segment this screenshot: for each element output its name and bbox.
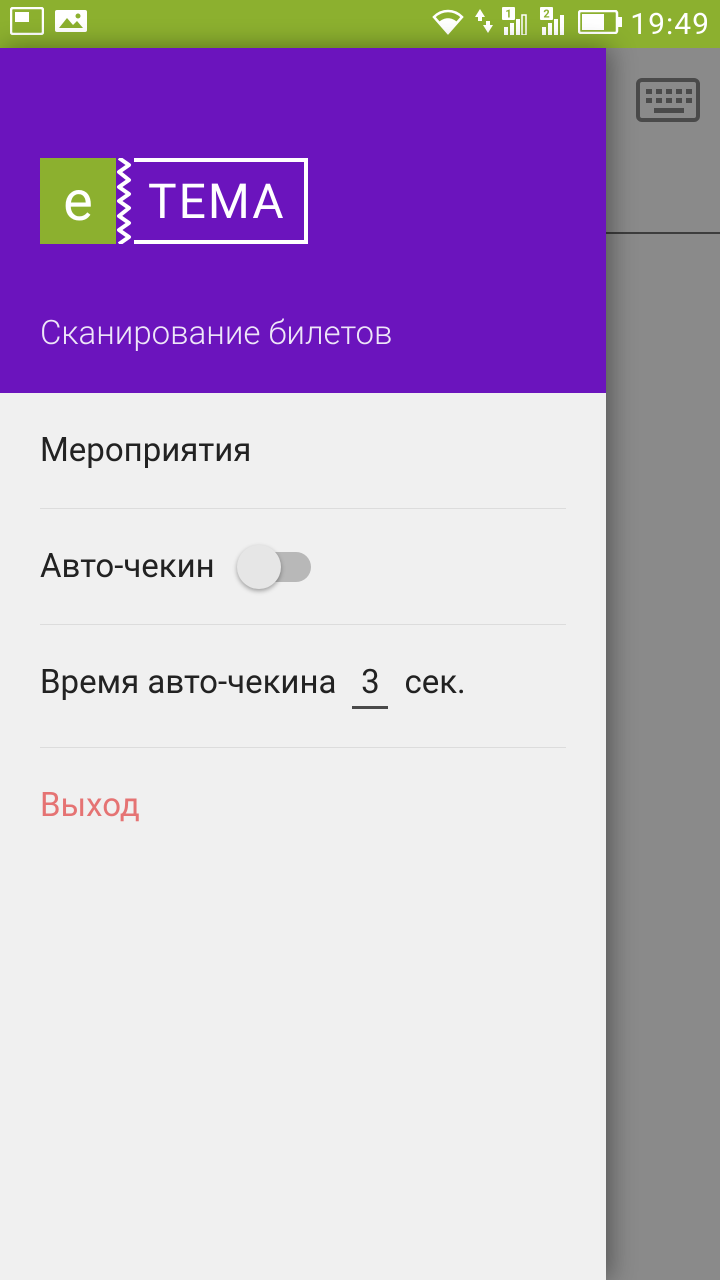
menu-item-label: Авто-чекин [40, 547, 215, 586]
auto-checkin-toggle[interactable] [239, 552, 311, 582]
menu-item-label: Мероприятия [40, 431, 251, 470]
menu-item-exit[interactable]: Выход [40, 748, 566, 863]
data-arrows-icon [474, 7, 494, 42]
auto-checkin-row: Авто-чекин [40, 547, 311, 586]
drawer-body: Мероприятия Авто-чекин Время авто-чекина… [0, 393, 606, 1280]
time-unit: сек. [404, 663, 465, 702]
wifi-icon [430, 7, 466, 42]
logo-e-block: e [40, 158, 116, 244]
status-bar: 1 2 19:49 [0, 0, 720, 48]
drawer-header: e TEMA Сканирование билетов [0, 48, 606, 393]
menu-item-auto-checkin[interactable]: Авто-чекин [40, 509, 566, 625]
sim1-signal-icon: 1 [502, 7, 532, 42]
navigation-drawer: e TEMA Сканирование билетов Мероприятия … [0, 48, 606, 1280]
keyboard-icon[interactable] [636, 78, 700, 122]
logo-tema-block: TEMA [134, 158, 308, 244]
svg-text:2: 2 [544, 7, 550, 20]
battery-icon [578, 8, 622, 41]
photo-icon [54, 7, 88, 42]
status-clock: 19:49 [630, 7, 710, 42]
menu-item-auto-checkin-time: Время авто-чекина 3 сек. [40, 625, 566, 748]
sim2-signal-icon: 2 [540, 7, 570, 42]
drawer-title: Сканирование билетов [40, 314, 566, 353]
screen-root: 1 2 19:49 [0, 0, 720, 1280]
menu-item-label: Выход [40, 786, 140, 825]
time-input[interactable]: 3 [352, 663, 388, 709]
toggle-knob [237, 545, 281, 589]
logo-tear-icon [116, 158, 134, 244]
status-left [10, 7, 88, 42]
time-label: Время авто-чекина [40, 663, 336, 702]
status-right: 1 2 19:49 [430, 7, 710, 42]
menu-item-events[interactable]: Мероприятия [40, 393, 566, 509]
svg-text:1: 1 [506, 7, 512, 20]
cast-icon [10, 7, 44, 42]
background-divider [606, 232, 720, 234]
app-logo: e TEMA [40, 158, 566, 244]
